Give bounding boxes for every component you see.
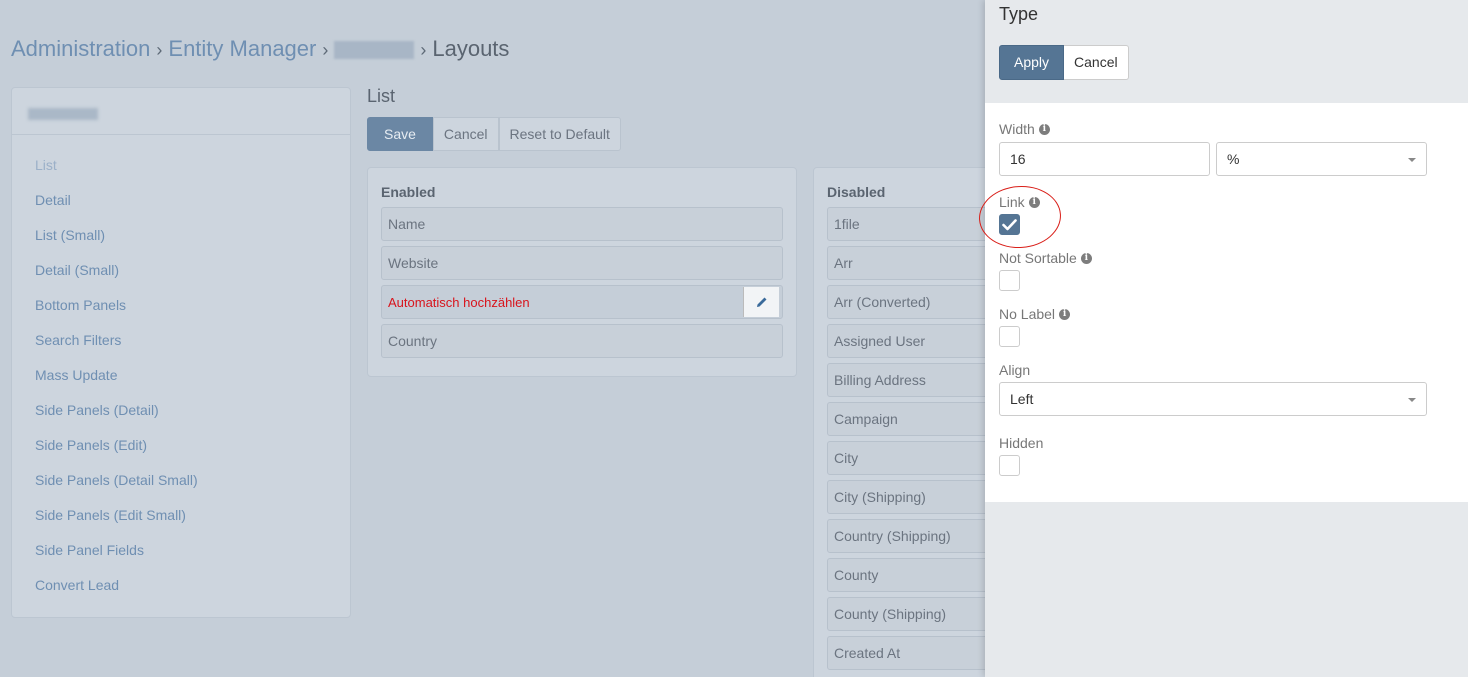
breadcrumb-separator: ›	[420, 40, 427, 60]
sidebar-item-detail-small[interactable]: Detail (Small)	[12, 262, 350, 297]
enabled-field-item[interactable]: Name	[381, 207, 783, 241]
sidebar-item-side-panels-detail[interactable]: Side Panels (Detail)	[12, 402, 350, 437]
sidebar-item-mass-update[interactable]: Mass Update	[12, 367, 350, 402]
sidebar-item-side-panel-fields[interactable]: Side Panel Fields	[12, 542, 350, 577]
not-sortable-label: Not Sortable i	[999, 250, 1092, 266]
breadcrumb-administration[interactable]: Administration	[11, 36, 150, 61]
layout-toolbar: Save Cancel Reset to Default	[367, 117, 621, 151]
enabled-field-item[interactable]: Country	[381, 324, 783, 358]
breadcrumb-separator: ›	[322, 40, 329, 60]
caret-down-icon	[1408, 398, 1416, 402]
align-label-text: Align	[999, 362, 1031, 378]
sidebar-item-convert-lead[interactable]: Convert Lead	[12, 577, 350, 612]
sidebar-menu: List Detail List (Small) Detail (Small) …	[12, 135, 350, 612]
breadcrumb: Administration › Entity Manager › › Layouts	[11, 36, 509, 62]
hidden-checkbox[interactable]	[999, 455, 1020, 476]
sidebar-item-side-panels-edit-small[interactable]: Side Panels (Edit Small)	[12, 507, 350, 542]
sidebar-item-list-small[interactable]: List (Small)	[12, 227, 350, 262]
info-icon[interactable]: i	[1038, 123, 1050, 135]
reset-to-default-button[interactable]: Reset to Default	[498, 117, 621, 151]
no-label-label-text: No Label	[999, 306, 1056, 322]
save-button[interactable]: Save	[367, 117, 433, 151]
modal-body: Width i 16 % Link i Not Sortable i No Label…	[985, 103, 1468, 502]
sidebar-item-detail[interactable]: Detail	[12, 192, 350, 227]
hidden-label: Hidden	[999, 435, 1043, 451]
sidebar-item-side-panels-edit[interactable]: Side Panels (Edit)	[12, 437, 350, 472]
width-unit-select[interactable]: %	[1216, 142, 1427, 176]
width-label: Width i	[999, 121, 1050, 137]
not-sortable-checkbox[interactable]	[999, 270, 1020, 291]
edit-field-button[interactable]	[743, 287, 779, 317]
breadcrumb-current: Layouts	[432, 36, 510, 61]
align-value: Left	[1010, 391, 1034, 407]
breadcrumb-entity-manager[interactable]: Entity Manager	[168, 36, 316, 61]
sidebar-header	[12, 88, 350, 135]
sidebar-header-redacted	[28, 108, 98, 120]
enabled-title: Enabled	[381, 184, 436, 200]
layout-type-sidebar: List Detail List (Small) Detail (Small) …	[11, 87, 351, 618]
apply-button[interactable]: Apply	[999, 45, 1065, 80]
align-label: Align	[999, 362, 1030, 378]
disabled-fields-panel: Disabled 1file Arr Arr (Converted) Assig…	[813, 167, 1027, 677]
modal-header: Type Apply Cancel	[985, 0, 1468, 103]
breadcrumb-separator: ›	[156, 40, 163, 60]
caret-down-icon	[1408, 158, 1416, 162]
info-icon[interactable]: i	[1059, 308, 1071, 320]
layout-title: List	[367, 86, 396, 106]
enabled-fields-panel: Enabled Name Website Automatisch hochzäh…	[367, 167, 797, 377]
enabled-field-item[interactable]: Automatisch hochzählen	[381, 285, 783, 319]
breadcrumb-entity-redacted[interactable]	[334, 41, 415, 60]
align-select[interactable]: Left	[999, 382, 1427, 416]
no-label-checkbox[interactable]	[999, 326, 1020, 347]
modal-title: Type	[999, 4, 1039, 24]
pencil-icon	[756, 297, 766, 307]
sidebar-item-bottom-panels[interactable]: Bottom Panels	[12, 297, 350, 332]
disabled-title: Disabled	[827, 184, 886, 200]
sidebar-item-list[interactable]: List	[12, 157, 350, 192]
field-settings-modal: Type Apply Cancel Width i 16 % Link i Not …	[985, 0, 1468, 677]
not-sortable-label-text: Not Sortable	[999, 250, 1077, 266]
width-unit-value: %	[1227, 151, 1240, 167]
sidebar-item-search-filters[interactable]: Search Filters	[12, 332, 350, 367]
width-input[interactable]: 16	[999, 142, 1210, 176]
no-label-label: No Label i	[999, 306, 1071, 322]
cancel-button[interactable]: Cancel	[432, 117, 499, 151]
enabled-field-item[interactable]: Website	[381, 246, 783, 280]
width-label-text: Width	[999, 121, 1035, 137]
modal-cancel-button[interactable]: Cancel	[1064, 45, 1129, 80]
info-icon[interactable]: i	[1080, 252, 1092, 264]
enabled-field-label: Automatisch hochzählen	[388, 295, 530, 310]
sidebar-item-side-panels-detail-small[interactable]: Side Panels (Detail Small)	[12, 472, 350, 507]
hidden-label-text: Hidden	[999, 435, 1044, 451]
modal-buttons: Apply Cancel	[999, 45, 1129, 80]
